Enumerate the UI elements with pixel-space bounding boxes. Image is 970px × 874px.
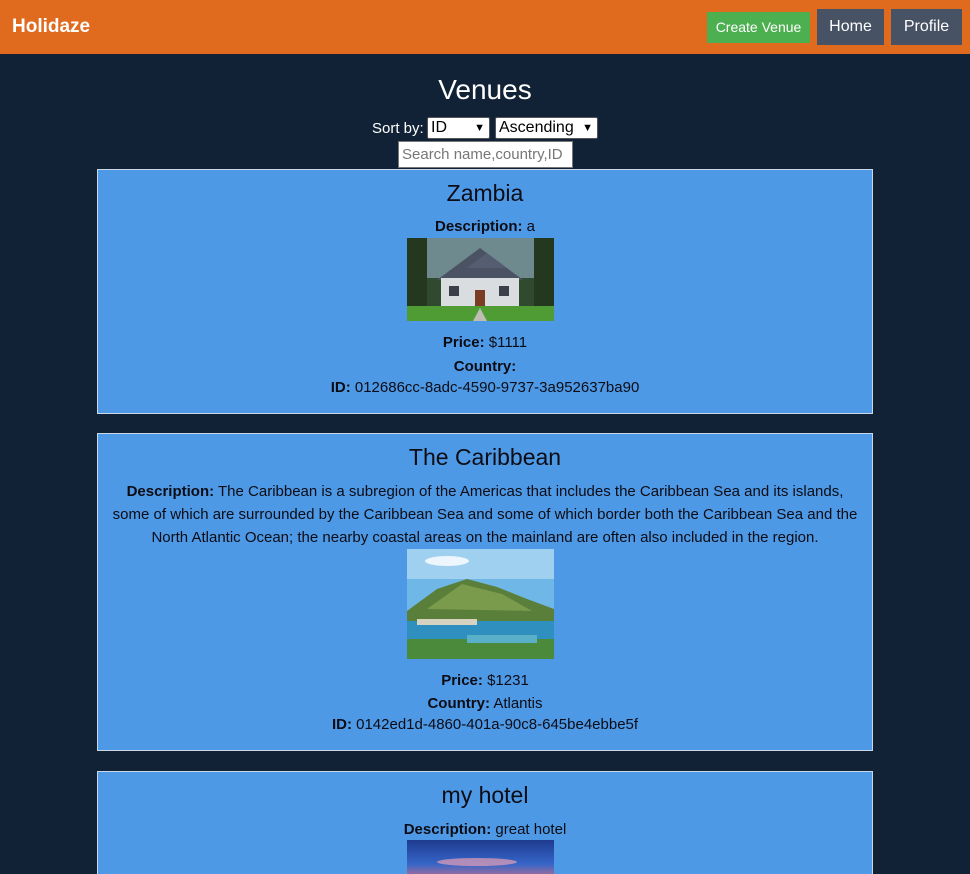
venue-country: Country: bbox=[98, 358, 872, 375]
id-label: ID: bbox=[330, 379, 351, 396]
venue-image-island bbox=[407, 549, 554, 659]
id-value: 0142ed1d-4860-401a-90c8-645be4ebbe5f bbox=[356, 716, 639, 733]
price-value: $1111 bbox=[488, 334, 528, 351]
price-label: Price: bbox=[442, 334, 485, 351]
venue-name: Zambia bbox=[446, 180, 524, 206]
description-text: a bbox=[526, 218, 536, 235]
country-label: Country: bbox=[453, 358, 517, 375]
search-input[interactable]: Search name,country,ID bbox=[398, 141, 573, 168]
sort-order-value: Ascending bbox=[499, 119, 574, 136]
description-label: Description: bbox=[434, 218, 523, 235]
sort-field-value: ID bbox=[431, 119, 447, 136]
venue-image-house bbox=[407, 238, 554, 321]
venue-card[interactable]: my hotel Description: great hotel bbox=[97, 771, 873, 874]
create-venue-button[interactable]: Create Venue bbox=[707, 12, 810, 43]
venue-id: ID: 0142ed1d-4860-401a-90c8-645be4ebbe5f bbox=[98, 716, 872, 733]
sort-order-select[interactable]: Ascending ▼ bbox=[495, 117, 598, 139]
price-label: Price: bbox=[441, 672, 483, 689]
venue-image-sunset bbox=[407, 840, 554, 874]
sort-field-select[interactable]: ID ▼ bbox=[427, 117, 490, 139]
venue-name: The Caribbean bbox=[408, 444, 562, 470]
venue-name: my hotel bbox=[441, 782, 529, 808]
venue-country: Country: Atlantis bbox=[98, 695, 872, 712]
country-value: Atlantis bbox=[493, 695, 543, 712]
venue-description: Description: a bbox=[110, 215, 860, 238]
description-text: The Caribbean is a subregion of the Amer… bbox=[112, 483, 858, 546]
venue-price: Price: $1111 bbox=[98, 334, 872, 351]
venue-description: Description: great hotel bbox=[110, 818, 860, 841]
venue-id: ID: 012686cc-8adc-4590-9737-3a952637ba90 bbox=[98, 379, 872, 396]
venue-card[interactable]: The Caribbean Description: The Caribbean… bbox=[97, 433, 873, 751]
description-text: great hotel bbox=[495, 821, 567, 838]
venue-price: Price: $1231 bbox=[98, 672, 872, 689]
search-placeholder: Search name,country,ID bbox=[402, 146, 563, 163]
chevron-down-icon: ▼ bbox=[582, 122, 593, 134]
venue-description: Description: The Caribbean is a subregio… bbox=[110, 480, 860, 549]
description-label: Description: bbox=[126, 483, 215, 500]
top-navbar: Holidaze Create Venue Home Profile bbox=[0, 0, 970, 54]
price-value: $1231 bbox=[487, 672, 529, 689]
sort-controls: Sort by: ID ▼ Ascending ▼ bbox=[0, 117, 970, 139]
country-label: Country: bbox=[427, 695, 490, 712]
sort-label: Sort by: bbox=[372, 120, 424, 137]
id-value: 012686cc-8adc-4590-9737-3a952637ba90 bbox=[354, 379, 640, 396]
brand-logo-text[interactable]: Holidaze bbox=[12, 16, 90, 38]
page-title: Venues bbox=[438, 74, 532, 105]
profile-button[interactable]: Profile bbox=[891, 9, 962, 45]
id-label: ID: bbox=[331, 716, 352, 733]
description-label: Description: bbox=[403, 821, 492, 838]
home-button[interactable]: Home bbox=[817, 9, 884, 45]
chevron-down-icon: ▼ bbox=[474, 122, 485, 134]
venue-card[interactable]: Zambia Description: a Price: $1111 Count… bbox=[97, 169, 873, 414]
